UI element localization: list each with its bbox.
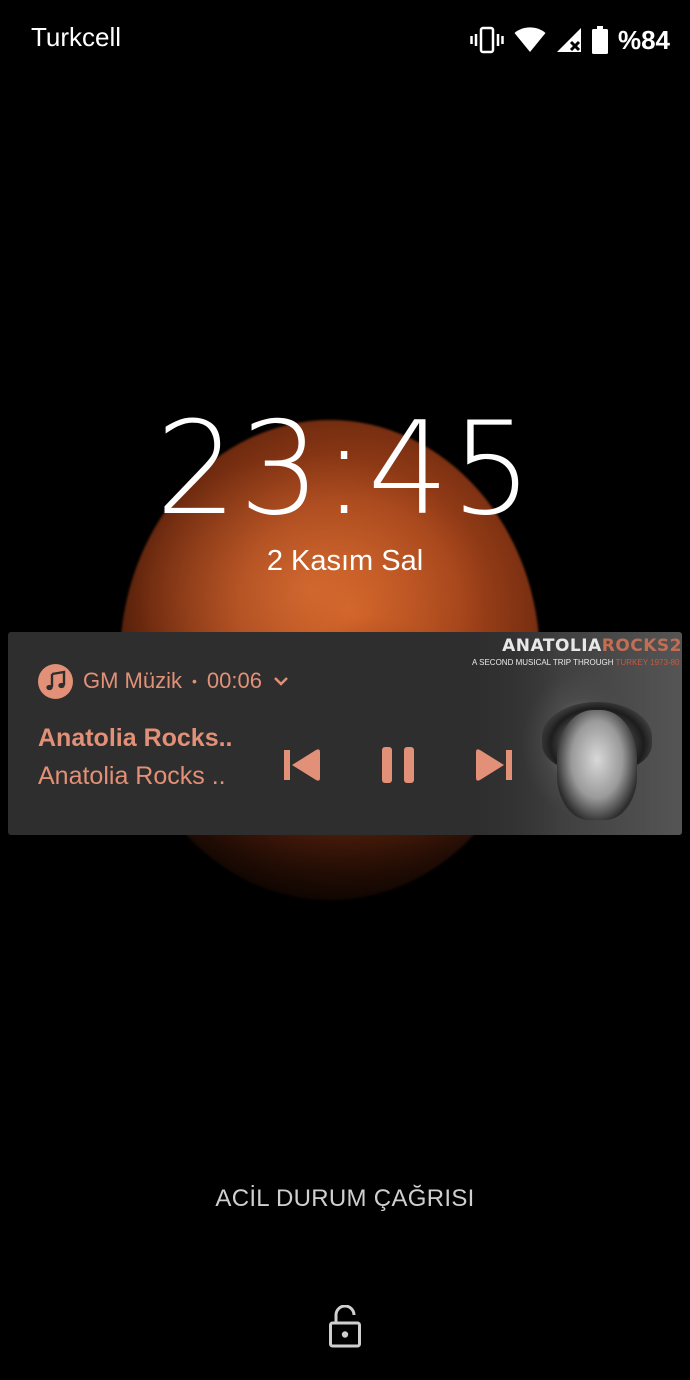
- next-button[interactable]: [471, 744, 517, 790]
- carrier-name: Turkcell: [31, 22, 122, 52]
- unlock-icon[interactable]: [328, 1304, 362, 1349]
- album-art-subtitle-highlight: TURKEY 1973-80: [615, 658, 680, 667]
- vibrate-icon: [470, 26, 504, 54]
- pause-button[interactable]: [375, 744, 421, 790]
- wifi-icon: [514, 27, 546, 53]
- media-notification[interactable]: ANATOLIAROCKS2 A SECOND MUSICAL TRIP THR…: [8, 632, 682, 835]
- no-signal-icon: [556, 27, 582, 53]
- battery-icon: [591, 26, 608, 54]
- album-art-face: [557, 710, 637, 820]
- lockscreen-date: 2 Kasım Sal: [266, 545, 424, 577]
- music-note-icon: [38, 663, 73, 699]
- lock-screen: Turkcell %84 23:45 2 Kasım Sal ANATOLIAR…: [0, 0, 690, 1380]
- track-artist: Anatolia Rocks ..: [38, 762, 226, 790]
- app-name: GM Müzik: [83, 668, 182, 693]
- lockscreen-clock: 23:45: [155, 395, 535, 544]
- emergency-call-button[interactable]: ACİL DURUM ÇAĞRISI: [0, 1185, 690, 1213]
- chevron-down-icon[interactable]: [272, 668, 290, 694]
- album-art-title-prefix: ANATOLIA: [502, 636, 602, 656]
- header-separator: •: [192, 673, 197, 689]
- previous-icon: [282, 748, 322, 787]
- album-art-title-suffix: ROCKS2: [601, 636, 682, 656]
- album-art-subtitle: A SECOND MUSICAL TRIP THROUGH TURKEY 197…: [472, 658, 679, 667]
- notification-header[interactable]: GM Müzik • 00:06: [38, 663, 290, 699]
- track-title: Anatolia Rocks..: [38, 724, 233, 752]
- album-art-title: ANATOLIAROCKS2: [482, 636, 682, 656]
- battery-percent: %84: [617, 24, 670, 55]
- album-art-subtitle-text: A SECOND MUSICAL TRIP THROUGH: [472, 658, 614, 667]
- elapsed-time: 00:06: [206, 668, 262, 693]
- status-bar: Turkcell %84: [0, 0, 690, 80]
- status-icons: %84: [470, 24, 670, 56]
- previous-button[interactable]: [279, 744, 325, 790]
- next-icon: [474, 748, 514, 787]
- pause-icon: [380, 745, 416, 790]
